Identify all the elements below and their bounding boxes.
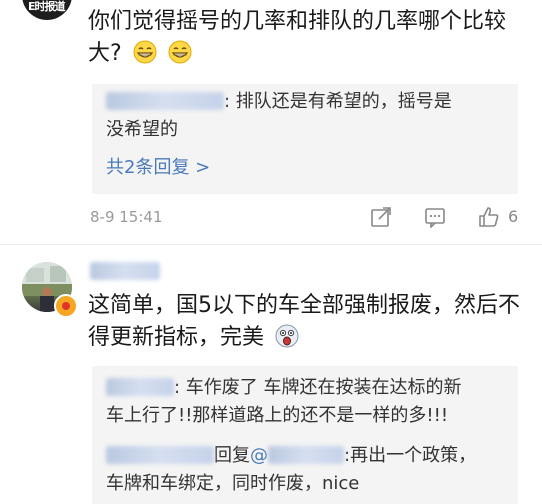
blurred-username[interactable] xyxy=(106,378,174,396)
blurred-mention[interactable] xyxy=(268,446,344,464)
share-icon[interactable] xyxy=(370,206,392,228)
more-replies-link[interactable]: 共2条回复 > xyxy=(106,154,210,182)
reply-keyword: 回复 xyxy=(214,445,250,466)
reply-text: : 排队还是有希望的，摇号是 xyxy=(224,91,452,112)
comment-divider xyxy=(0,244,542,245)
shocked-emoji-icon xyxy=(275,324,299,348)
like-count: 6 xyxy=(508,207,519,226)
comment-text: 你们觉得摇号的几率和排队的几率哪个比较大? xyxy=(88,6,528,70)
reply-preview-box[interactable]: : 排队还是有希望的，摇号是 没希望的 共2条回复 > xyxy=(92,84,518,194)
comment-body: 这简单，国5以下的车全部强制报废，然后不得更新指标，完美 xyxy=(88,293,520,350)
commenter-avatar[interactable]: E时报道 xyxy=(22,0,72,20)
reply-line: : 排队还是有希望的，摇号是 xyxy=(106,88,452,116)
blurred-username[interactable] xyxy=(106,446,214,464)
avatar-logo-text: E时报道 xyxy=(28,0,66,13)
blurred-username xyxy=(90,262,160,280)
reply-preview-box[interactable]: : 车作废了 车牌还在按装在达标的新 车上行了!!那样道路上的还不是一样的多!!… xyxy=(92,366,518,504)
comment-timestamp: 8-9 15:41 xyxy=(90,208,163,226)
reply-text-cont: 没希望的 xyxy=(106,119,178,140)
reply-text: : 车作废了 车牌还在按装在达标的新 xyxy=(174,377,462,398)
reply-text-cont: 车牌和车绑定，同时作废，nice xyxy=(106,473,360,494)
reply-line: 回复@ :再出一个政策， xyxy=(106,442,476,470)
like-icon[interactable] xyxy=(478,206,500,228)
reply-line: : 车作废了 车牌还在按装在达标的新 xyxy=(106,374,462,402)
grin-emoji-icon xyxy=(133,40,157,64)
verified-badge-icon xyxy=(54,294,78,318)
reply-text-cont: 车上行了!!那样道路上的还不是一样的多!!! xyxy=(106,405,449,426)
comment-icon[interactable] xyxy=(424,206,446,228)
grin-emoji-icon xyxy=(168,40,192,64)
mention-at[interactable]: @ xyxy=(250,445,268,466)
reply-text: :再出一个政策， xyxy=(344,445,477,466)
commenter-username[interactable] xyxy=(90,262,160,281)
comment-text: 这简单，国5以下的车全部强制报废，然后不得更新指标，完美 xyxy=(88,290,528,354)
blurred-username[interactable] xyxy=(106,92,224,110)
comment-meta: 8-9 15:41 6 xyxy=(90,206,522,230)
